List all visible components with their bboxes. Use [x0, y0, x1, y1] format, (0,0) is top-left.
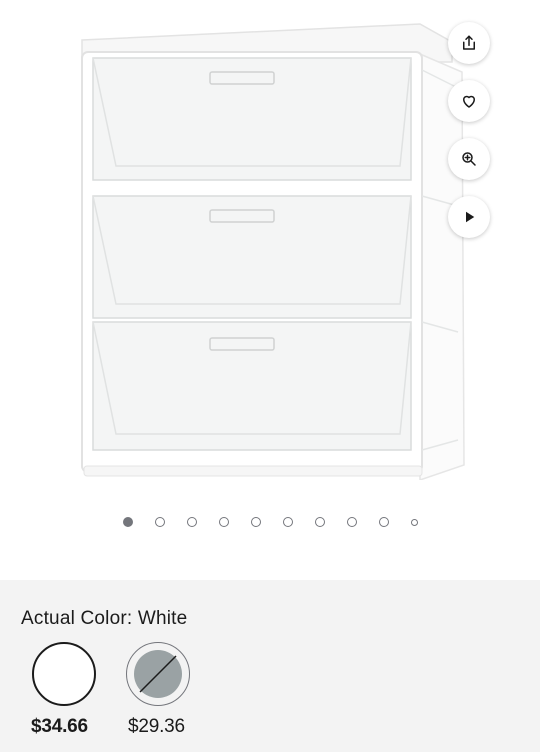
carousel-dot[interactable] [218, 517, 229, 527]
carousel-dot[interactable] [186, 517, 197, 527]
carousel-dot[interactable] [250, 517, 261, 527]
carousel-indicators [0, 517, 540, 527]
zoom-icon [462, 152, 476, 166]
play-video-button[interactable] [448, 196, 490, 238]
product-gallery [0, 0, 540, 580]
zoom-button[interactable] [448, 138, 490, 180]
color-label: Actual Color: White [21, 608, 188, 629]
variant-panel: Actual Color: White $34.66 $29.36 [0, 580, 540, 752]
heart-icon [463, 95, 475, 108]
product-image[interactable] [60, 10, 480, 480]
favorite-button[interactable] [448, 80, 490, 122]
carousel-dot[interactable] [122, 517, 133, 527]
grey-color-chip [134, 650, 182, 698]
swatch-grey-unavailable[interactable] [126, 642, 190, 706]
carousel-dot[interactable] [314, 517, 325, 527]
carousel-dot[interactable] [378, 517, 389, 527]
play-icon [466, 211, 475, 223]
carousel-dot[interactable] [282, 517, 293, 527]
carousel-dot[interactable] [154, 517, 165, 527]
share-button[interactable] [448, 22, 490, 64]
carousel-dot[interactable] [410, 518, 418, 526]
price-grey: $29.36 [128, 716, 185, 737]
swatch-white[interactable] [32, 642, 96, 706]
carousel-dot[interactable] [346, 517, 357, 527]
price-white: $34.66 [31, 716, 88, 737]
share-icon [463, 35, 475, 50]
